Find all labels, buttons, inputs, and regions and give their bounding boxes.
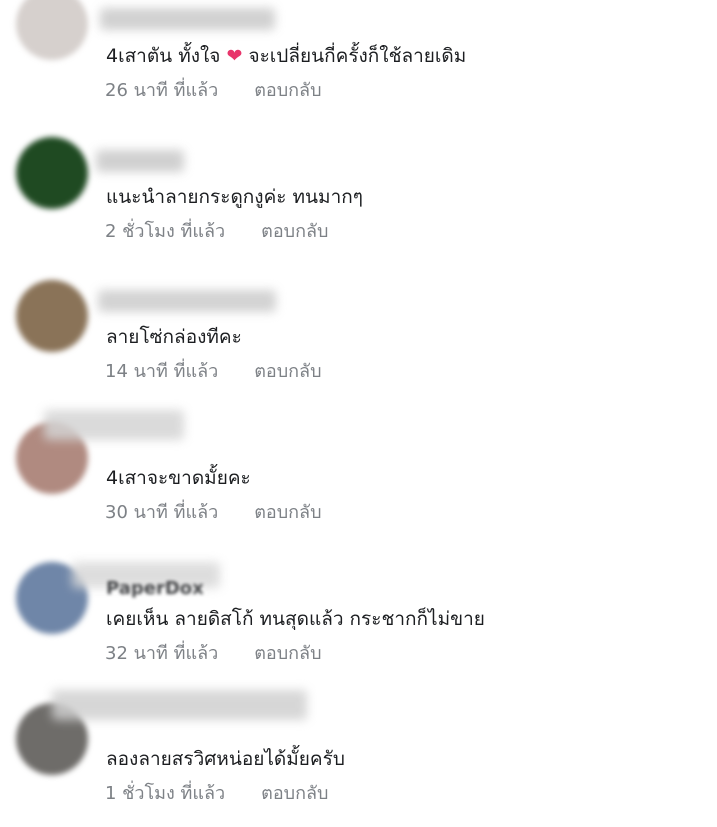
timestamp[interactable]: 26 นาที ที่แล้ว	[105, 80, 218, 101]
author-name-redacted[interactable]	[96, 150, 184, 172]
comment-text: แนะนำลายกระดูกงูค่ะ ทนมากๆ	[106, 186, 363, 208]
avatar[interactable]	[16, 0, 88, 60]
comment-text: 4เสาตัน ทั้งใจ ❤ จะเปลี่ยนกี่ครั้งก็ใช้ล…	[106, 45, 467, 67]
reply-link[interactable]: ตอบกลับ	[254, 643, 321, 664]
timestamp[interactable]: 14 นาที ที่แล้ว	[105, 361, 218, 382]
comment-meta: 1 ชั่วโมง ที่แล้ว ตอบกลับ	[105, 782, 328, 806]
comment-meta: 30 นาที ที่แล้ว ตอบกลับ	[105, 501, 322, 525]
reply-link[interactable]: ตอบกลับ	[254, 80, 321, 101]
reply-link[interactable]: ตอบกลับ	[261, 783, 328, 804]
comment-meta: 2 ชั่วโมง ที่แล้ว ตอบกลับ	[105, 220, 328, 244]
reply-link[interactable]: ตอบกลับ	[254, 502, 321, 523]
avatar[interactable]	[16, 280, 88, 352]
avatar[interactable]	[16, 137, 88, 209]
author-name-redacted[interactable]	[44, 410, 184, 440]
author-name-partial[interactable]: PaperDox	[106, 578, 204, 599]
comment-text: 4เสาจะขาดมั้ยคะ	[106, 467, 251, 489]
timestamp[interactable]: 2 ชั่วโมง ที่แล้ว	[105, 221, 225, 242]
comment-meta: 32 นาที ที่แล้ว ตอบกลับ	[105, 642, 322, 666]
timestamp[interactable]: 32 นาที ที่แล้ว	[105, 643, 218, 664]
comment-meta: 14 นาที ที่แล้ว ตอบกลับ	[105, 360, 322, 384]
comment-text: ลายโซ่กล่องทีคะ	[106, 326, 242, 348]
timestamp[interactable]: 30 นาที ที่แล้ว	[105, 502, 218, 523]
author-name-redacted[interactable]	[100, 8, 275, 30]
author-name-redacted[interactable]	[98, 290, 276, 312]
comment-meta: 26 นาที ที่แล้ว ตอบกลับ	[105, 79, 322, 103]
author-name-redacted[interactable]	[52, 690, 307, 720]
comment-text: เคยเห็น ลายดิสโก้ ทนสุดแล้ว กระชากก็ไม่ข…	[106, 608, 485, 630]
timestamp[interactable]: 1 ชั่วโมง ที่แล้ว	[105, 783, 225, 804]
reply-link[interactable]: ตอบกลับ	[254, 361, 321, 382]
comment-text: ลองลายสรวิศหน่อยได้มั้ยครับ	[106, 748, 345, 770]
heart-emoji-icon: ❤	[226, 45, 243, 67]
reply-link[interactable]: ตอบกลับ	[261, 221, 328, 242]
